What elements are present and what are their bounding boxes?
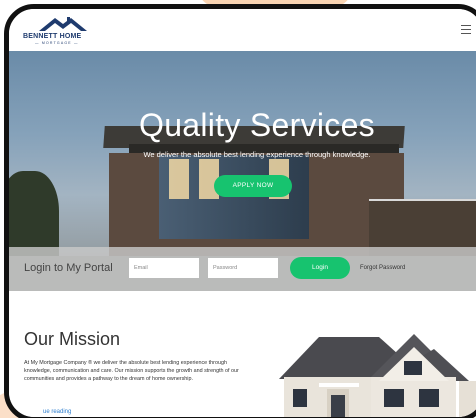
mission-section: Our Mission At My Mortgage Company ® we … — [9, 291, 476, 417]
hero-title: Quality Services — [139, 107, 375, 143]
house-image — [279, 334, 476, 417]
house-roof-icon — [39, 17, 87, 31]
logo-tagline: — MORTGAGE — — [35, 41, 79, 45]
portal-login-bar: Login to My Portal Login Forgot Password — [9, 247, 476, 291]
logo-wordmark: BENNETT HOME — [23, 33, 82, 40]
hero-subtitle: We deliver the absolute best lending exp… — [143, 150, 371, 159]
apply-now-button[interactable]: APPLY NOW — [214, 175, 292, 197]
password-field[interactable] — [208, 258, 278, 278]
site-header: BENNETT HOME — MORTGAGE — — [9, 9, 476, 51]
portal-title: Login to My Portal — [24, 262, 113, 274]
mission-body: At My Mortgage Company ® we deliver the … — [24, 360, 239, 382]
menu-icon[interactable] — [461, 25, 471, 35]
mission-title: Our Mission — [24, 329, 121, 349]
login-button[interactable]: Login — [290, 257, 350, 279]
device-frame: BENNETT HOME — MORTGAGE — Quality Servic… — [4, 4, 476, 418]
continue-reading-link[interactable]: ue reading — [43, 409, 71, 415]
forgot-password-link[interactable]: Forgot Password — [360, 265, 405, 271]
email-field[interactable] — [129, 258, 199, 278]
brand-logo[interactable]: BENNETT HOME — MORTGAGE — — [23, 15, 103, 47]
